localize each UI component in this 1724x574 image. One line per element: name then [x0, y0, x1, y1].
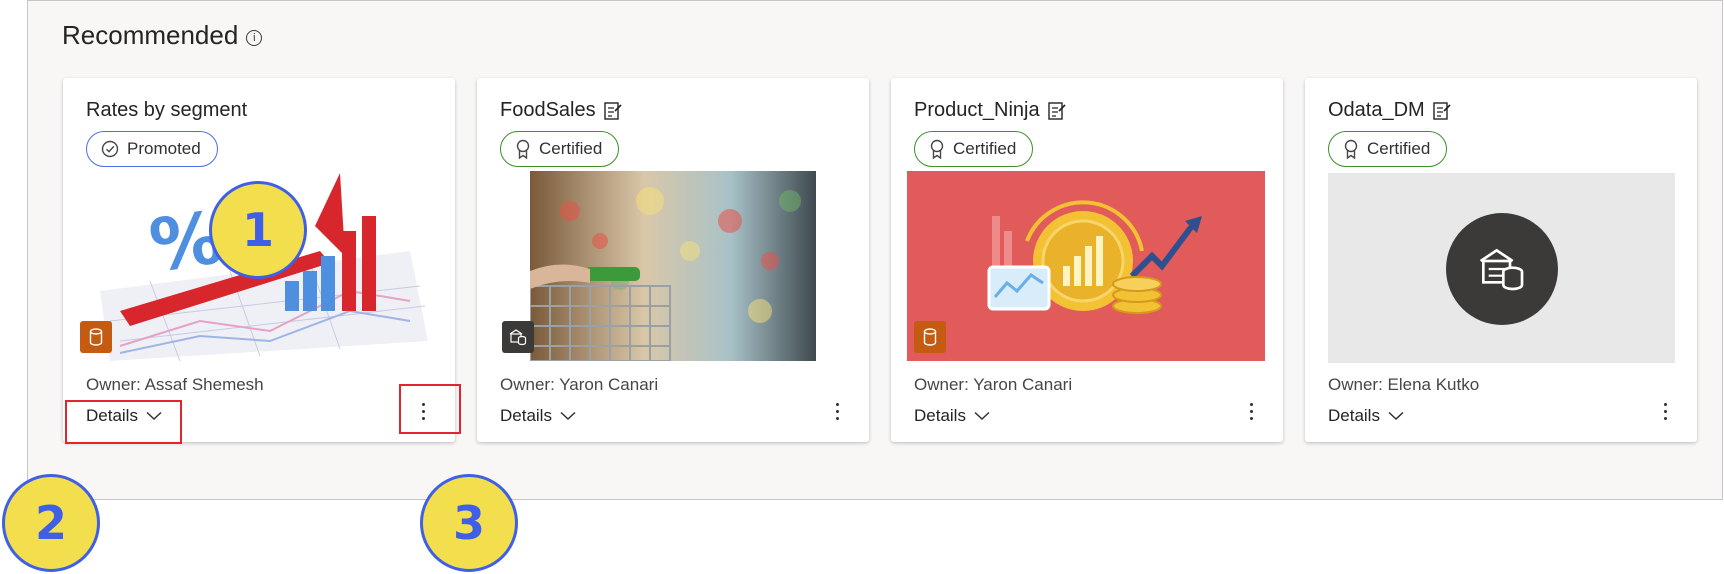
card-title[interactable]: Product_Ninja	[914, 99, 1066, 122]
details-button[interactable]: Details	[1328, 406, 1404, 426]
owner-label: Owner: Assaf Shemesh	[86, 375, 264, 394]
chevron-down-icon	[1388, 411, 1404, 421]
datamart-placeholder-icon	[1446, 213, 1558, 325]
card-odata-dm[interactable]: Odata_DM Certified Owner: Elena Kutko De…	[1305, 78, 1697, 442]
section-title: Recommended	[62, 20, 239, 50]
more-options-button[interactable]	[1239, 394, 1263, 428]
chevron-down-icon	[974, 411, 990, 421]
certified-badge: Certified	[914, 131, 1034, 167]
details-button[interactable]: Details	[914, 406, 990, 426]
more-options-button[interactable]	[1653, 394, 1677, 428]
card-thumbnail[interactable]	[530, 171, 816, 361]
card-thumbnail[interactable]	[907, 171, 1265, 361]
promoted-badge: Promoted	[86, 131, 218, 167]
callout-1: 1	[209, 181, 307, 279]
card-thumbnail[interactable]	[1328, 173, 1675, 363]
dataset-cylinder-icon	[914, 321, 946, 353]
more-options-button[interactable]	[825, 394, 849, 428]
dataset-cylinder-icon	[80, 321, 112, 353]
certified-badge: Certified	[1328, 131, 1448, 167]
details-highlight-box	[65, 400, 182, 444]
datamart-report-icon	[603, 101, 622, 120]
card-title[interactable]: Odata_DM	[1328, 99, 1451, 122]
callout-2: 2	[2, 474, 100, 572]
owner-label: Owner: Yaron Canari	[914, 375, 1073, 394]
certified-ribbon-icon	[516, 139, 530, 159]
certified-badge: Certified	[500, 131, 620, 167]
datamart-report-icon	[1433, 101, 1451, 120]
finance-illustration	[907, 171, 1265, 361]
promoted-check-icon	[101, 140, 119, 158]
section-header: Recommended i	[62, 20, 263, 51]
callout-3: 3	[420, 474, 518, 572]
datamart-icon	[502, 321, 534, 353]
more-options-highlight-box	[399, 384, 461, 434]
certified-ribbon-icon	[1344, 139, 1358, 159]
card-product-ninja[interactable]: Product_Ninja Certified Owner: Yaron Can…	[891, 78, 1283, 442]
owner-label: Owner: Yaron Canari	[500, 375, 659, 394]
card-foodsales[interactable]: FoodSales Certified Owner: Yaron Canari …	[477, 78, 869, 442]
card-title[interactable]: FoodSales	[500, 99, 622, 122]
info-icon[interactable]: i	[246, 29, 263, 46]
datamart-report-icon	[1047, 101, 1066, 120]
certified-ribbon-icon	[930, 139, 944, 159]
details-button[interactable]: Details	[500, 406, 576, 426]
supermarket-image	[530, 171, 816, 361]
owner-label: Owner: Elena Kutko	[1328, 375, 1480, 394]
card-title[interactable]: Rates by segment	[86, 99, 247, 122]
chevron-down-icon	[560, 411, 576, 421]
